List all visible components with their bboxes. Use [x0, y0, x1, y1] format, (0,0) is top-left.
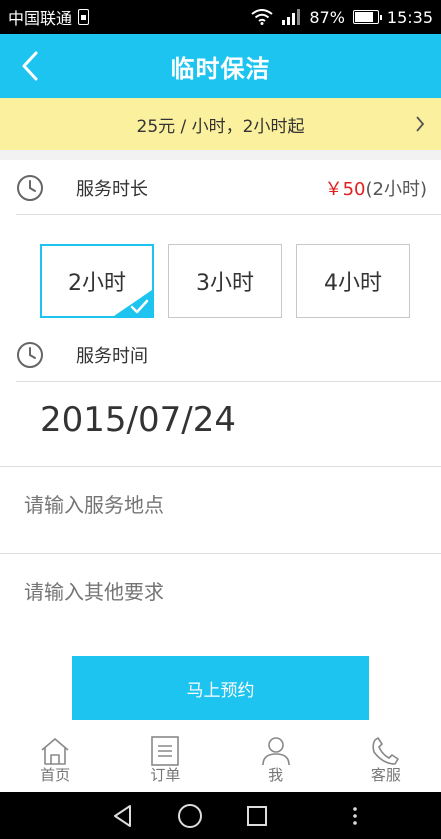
divider: [16, 381, 441, 382]
tab-label: 我: [268, 766, 284, 784]
nav-bar: 临时保洁: [0, 34, 441, 98]
service-time-label: 服务时间: [76, 346, 148, 367]
price-unit: (2小时): [365, 179, 428, 200]
chevron-left-icon: [22, 51, 38, 81]
service-time-header: 服务时间: [0, 330, 441, 380]
duration-option-4h[interactable]: 4小时: [296, 244, 410, 318]
tab-home[interactable]: 首页: [0, 730, 110, 792]
back-triangle-icon[interactable]: [112, 804, 134, 828]
duration-option-2h[interactable]: 2小时: [40, 244, 154, 318]
tab-label: 客服: [370, 766, 401, 784]
price-display: ￥50(2小时): [325, 175, 427, 201]
divider: [0, 466, 441, 467]
user-icon: [261, 737, 290, 766]
phone-icon: [372, 737, 399, 765]
check-icon: [114, 290, 152, 316]
section-gap: [0, 150, 441, 160]
home-circle-icon[interactable]: [177, 803, 203, 829]
back-button[interactable]: [10, 46, 50, 86]
address-input[interactable]: [24, 493, 414, 517]
duration-options: 2小时 3小时 4小时: [40, 244, 410, 318]
system-nav-bar: [0, 792, 441, 839]
bottom-tab-bar: 首页 订单 我 客服: [0, 730, 441, 792]
service-date-picker[interactable]: 2015/07/24: [40, 400, 236, 440]
price-amount: ￥50: [324, 179, 366, 200]
chevron-right-icon: [416, 116, 425, 132]
option-label: 4小时: [324, 271, 382, 296]
divider: [16, 214, 441, 215]
tab-orders[interactable]: 订单: [110, 730, 220, 792]
duration-header: 服务时长 ￥50(2小时): [0, 162, 441, 214]
home-icon: [41, 738, 69, 765]
option-label: 3小时: [196, 271, 254, 296]
duration-label: 服务时长: [76, 179, 148, 200]
battery-icon: [352, 10, 382, 24]
order-list-icon: [151, 736, 180, 766]
status-bar: 中国联通 87% 15:35: [0, 0, 441, 34]
clock-time: 15:35: [386, 7, 433, 27]
tab-label: 首页: [40, 766, 71, 784]
carrier-name: 中国联通: [8, 9, 73, 28]
requirements-input[interactable]: [24, 580, 414, 604]
page-title: 临时保洁: [170, 54, 271, 83]
recent-apps-icon[interactable]: [246, 805, 268, 827]
tab-support[interactable]: 客服: [331, 730, 441, 792]
sim-card-icon: [78, 9, 90, 25]
duration-option-3h[interactable]: 3小时: [168, 244, 282, 318]
divider: [0, 553, 441, 554]
more-vertical-icon[interactable]: [351, 805, 359, 827]
battery-percent: 87%: [309, 7, 345, 27]
clock-icon: [17, 342, 43, 368]
tab-me[interactable]: 我: [221, 730, 331, 792]
tab-label: 订单: [150, 766, 181, 784]
book-now-button[interactable]: 马上预约: [72, 656, 369, 720]
wifi-icon: [251, 9, 273, 25]
signal-icon: [282, 9, 301, 25]
promo-text: 25元 / 小时，2小时起: [136, 116, 305, 137]
clock-icon: [17, 175, 43, 201]
promo-banner[interactable]: 25元 / 小时，2小时起: [0, 98, 441, 150]
